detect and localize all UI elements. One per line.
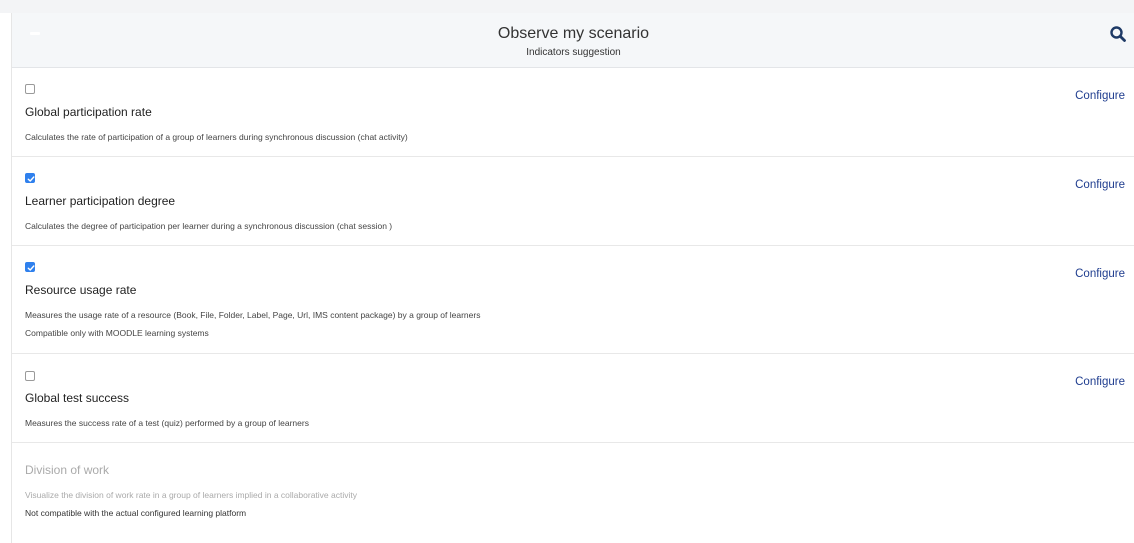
search-icon[interactable]	[1109, 25, 1127, 43]
indicator-checkbox[interactable]	[25, 84, 35, 94]
configure-link[interactable]: Configure	[1075, 90, 1125, 102]
indicator-row-global-participation-rate: Global participation rate Calculates the…	[12, 68, 1134, 157]
indicator-description: Measures the success rate of a test (qui…	[25, 418, 309, 428]
indicator-checkbox[interactable]	[25, 173, 35, 183]
indicator-description: Visualize the division of work rate in a…	[25, 490, 357, 500]
indicator-row-learner-participation-degree: Learner participation degree Calculates …	[12, 157, 1134, 246]
indicator-row-resource-usage-rate: Resource usage rate Measures the usage r…	[12, 246, 1134, 354]
indicator-row-global-test-success: Global test success Measures the success…	[12, 354, 1134, 443]
configure-link[interactable]: Configure	[1075, 376, 1125, 388]
indicator-checkbox[interactable]	[25, 371, 35, 381]
page-subtitle: Indicators suggestion	[526, 47, 621, 58]
configure-link[interactable]: Configure	[1075, 179, 1125, 191]
indicator-note: Not compatible with the actual configure…	[25, 508, 247, 518]
indicator-title: Resource usage rate	[25, 283, 137, 297]
indicator-row-division-of-work: Division of work Visualize the division …	[12, 443, 1134, 543]
indicator-description: Calculates the degree of participation p…	[25, 221, 393, 231]
indicator-title: Learner participation degree	[25, 194, 176, 208]
top-band	[0, 0, 1134, 13]
indicator-title: Division of work	[25, 463, 110, 477]
indicator-description: Measures the usage rate of a resource (B…	[25, 310, 481, 320]
checkmark-icon	[27, 176, 35, 182]
indicator-title: Global participation rate	[25, 105, 152, 119]
indicator-description: Calculates the rate of participation of …	[25, 132, 408, 142]
page-title: Observe my scenario	[497, 25, 650, 42]
indicator-note: Compatible only with MOODLE learning sys…	[25, 328, 209, 338]
configure-link[interactable]: Configure	[1075, 268, 1125, 280]
indicator-title: Global test success	[25, 391, 130, 405]
panel-header: Observe my scenario Indicators suggestio…	[12, 13, 1134, 68]
checkmark-icon	[27, 265, 35, 271]
indicators-panel: Observe my scenario Indicators suggestio…	[11, 13, 1134, 543]
indicator-checkbox[interactable]	[25, 262, 35, 272]
